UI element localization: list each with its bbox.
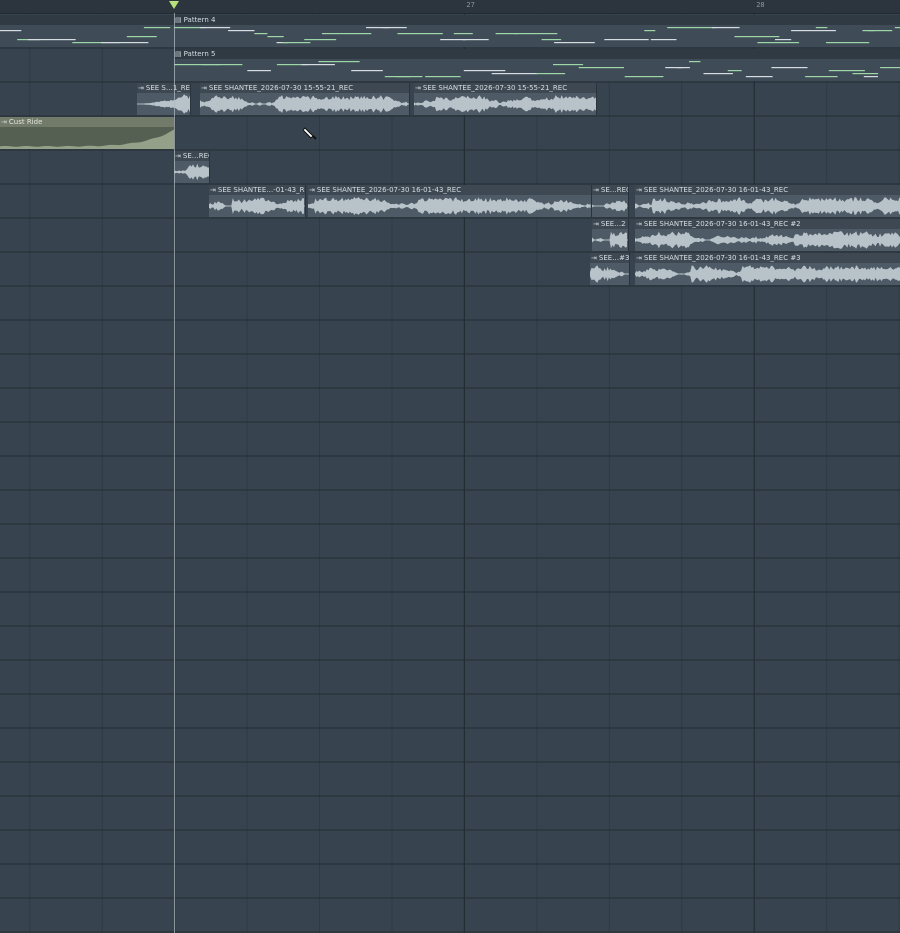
audio-clip-icon[interactable]: ⇥ [175, 151, 181, 161]
audio-clip-icon[interactable]: ⇥ [138, 83, 144, 93]
audio-clip[interactable]: ⇥ SEE SHANTEE_2026-07-30 16-01-43_REC [635, 185, 900, 217]
pattern-clip[interactable]: ▤ Pattern 5 [174, 49, 900, 81]
clip-header[interactable]: ⇥ Cust Ride [0, 117, 174, 127]
clip-name: SE…REC [182, 152, 209, 160]
automation-clip[interactable]: ⇥ Cust Ride [0, 117, 174, 149]
clip-content [635, 263, 900, 285]
waveform [137, 94, 190, 114]
audio-clip[interactable]: ⇥ SEE SHANTEE_2026-07-30 16-01-43_REC #2 [635, 219, 900, 251]
waveform [635, 197, 900, 215]
audio-clip[interactable]: ⇥ SEE SHANTEE_2026-07-30 16-01-43_REC #3 [635, 253, 900, 285]
audio-clip[interactable]: ⇥ SEE…2 [592, 219, 629, 251]
audio-clip[interactable]: ⇥ SEE SHANTEE_2026-07-30 16-01-43_REC [308, 185, 592, 217]
clip-header[interactable]: ⇥ SEE SHANTEE_2026-07-30 16-01-43_REC #2 [635, 219, 900, 229]
paint-brush-cursor-icon [303, 127, 317, 140]
clip-content [174, 25, 900, 47]
clip-content [0, 25, 174, 47]
clip-name: SEE SHANTEE_2026-07-30 16-01-43_REC #3 [643, 254, 801, 262]
waveform [200, 95, 409, 113]
clip-name: SEE SHANTEE_2026-07-30 16-01-43_REC [316, 186, 462, 194]
clip-content [592, 195, 628, 217]
clip-name: SEE SHANTEE_2026-07-30 16-01-43_REC [643, 186, 789, 194]
clip-header[interactable]: ⇥SE…REC [592, 185, 628, 195]
waveform [592, 231, 628, 249]
clip-header[interactable]: ⇥ SEE SHANTEE_2026-07-30 15-55-21_REC [200, 83, 409, 93]
audio-clip[interactable]: ⇥ SEE SHANTEE_2026-07-30 15-55-21_REC [414, 83, 597, 115]
audio-clip[interactable]: ⇥SE…REC [592, 185, 629, 217]
clip-header[interactable]: ⇥ SEE…#3 [590, 253, 629, 263]
audio-clip[interactable]: ⇥SE…REC [174, 151, 210, 183]
audio-clip-icon[interactable]: ⇥ [591, 253, 597, 263]
waveform [209, 197, 305, 215]
clip-header[interactable]: ▤Pattern 4 [174, 15, 900, 25]
clip-name: SEE SHANTEE_2026-07-30 16-01-43_REC #2 [643, 220, 801, 228]
audio-clip[interactable]: ⇥ SEE SHANTEE…-01-43_REC [209, 185, 306, 217]
clip-name: Pattern 5 [183, 50, 216, 58]
clip-name: SEE…2 [600, 220, 626, 228]
audio-clip[interactable]: ⇥SEE S…1_REC [137, 83, 191, 115]
clip-content [590, 263, 629, 285]
clip-header[interactable]: ⇥ SEE SHANTEE…-01-43_REC [209, 185, 305, 195]
audio-clip-icon[interactable]: ⇥ [210, 185, 216, 195]
clip-header[interactable]: ⇥ SEE…2 [592, 219, 628, 229]
clip-name: SEE SHANTEE…-01-43_REC [217, 186, 305, 194]
waveform [635, 265, 900, 283]
pattern-clip[interactable]: ▤Pattern 4 [0, 15, 174, 47]
clip-name: SEE SHANTEE_2026-07-30 15-55-21_REC [422, 84, 568, 92]
pattern-clip[interactable]: ▤Pattern 4 [174, 15, 900, 47]
clip-area[interactable]: ▤Pattern 4▤Pattern 4▤Pattern 5⇥SEE S…1_R… [0, 0, 900, 933]
audio-clip-icon[interactable]: ⇥ [636, 253, 642, 263]
waveform [590, 265, 629, 283]
clip-content [635, 229, 900, 251]
clip-content [209, 195, 305, 217]
audio-clip[interactable]: ⇥ SEE…#3 [590, 253, 630, 285]
clip-content [174, 59, 900, 81]
pattern-notes [0, 27, 171, 44]
pattern-notes [174, 61, 900, 78]
audio-clip-icon[interactable]: ⇥ [593, 185, 599, 195]
clip-header[interactable]: ⇥SEE S…1_REC [137, 83, 190, 93]
pattern-icon[interactable]: ▤ [175, 15, 182, 25]
clip-name: SEE S…1_REC [145, 84, 190, 92]
audio-clip[interactable]: ⇥ SEE SHANTEE_2026-07-30 15-55-21_REC [200, 83, 410, 115]
clip-content [592, 229, 628, 251]
waveform [308, 197, 591, 215]
clip-content [308, 195, 591, 217]
clip-content [137, 93, 190, 115]
playlist-window[interactable]: 27 28 ▤Pattern 4▤Pattern 4▤Pattern 5⇥SEE… [0, 0, 900, 933]
audio-clip-icon[interactable]: ⇥ [636, 185, 642, 195]
waveform [635, 231, 900, 249]
clip-name: Pattern 4 [183, 16, 216, 24]
playhead-line [174, 13, 175, 933]
clip-content [0, 127, 174, 149]
clip-header[interactable]: ⇥ SEE SHANTEE_2026-07-30 15-55-21_REC [414, 83, 596, 93]
waveform [592, 200, 628, 212]
clip-name: SE…REC [600, 186, 628, 194]
clip-content [174, 161, 209, 183]
clip-header[interactable]: ⇥ SEE SHANTEE_2026-07-30 16-01-43_REC [308, 185, 591, 195]
audio-clip-icon[interactable]: ⇥ [201, 83, 207, 93]
audio-clip-icon[interactable]: ⇥ [415, 83, 421, 93]
clip-name: Cust Ride [8, 118, 43, 126]
clip-name: SEE SHANTEE_2026-07-30 15-55-21_REC [208, 84, 354, 92]
clip-header[interactable]: ⇥ SEE SHANTEE_2026-07-30 16-01-43_REC [635, 185, 900, 195]
clip-name: SEE…#3 [598, 254, 629, 262]
pattern-icon[interactable]: ▤ [175, 49, 182, 59]
waveform [174, 163, 209, 181]
automation-clip-icon[interactable]: ⇥ [1, 117, 7, 127]
clip-content [414, 93, 596, 115]
waveform [414, 95, 596, 113]
clip-header[interactable]: ⇥ SEE SHANTEE_2026-07-30 16-01-43_REC #3 [635, 253, 900, 263]
clip-content [635, 195, 900, 217]
pattern-notes [174, 27, 900, 44]
audio-clip-icon[interactable]: ⇥ [309, 185, 315, 195]
clip-header[interactable]: ⇥SE…REC [174, 151, 209, 161]
audio-clip-icon[interactable]: ⇥ [636, 219, 642, 229]
audio-clip-icon[interactable]: ⇥ [593, 219, 599, 229]
clip-header[interactable]: ▤Pattern 4 [0, 15, 174, 25]
automation-curve [0, 129, 174, 149]
clip-content [200, 93, 409, 115]
clip-header[interactable]: ▤ Pattern 5 [174, 49, 900, 59]
